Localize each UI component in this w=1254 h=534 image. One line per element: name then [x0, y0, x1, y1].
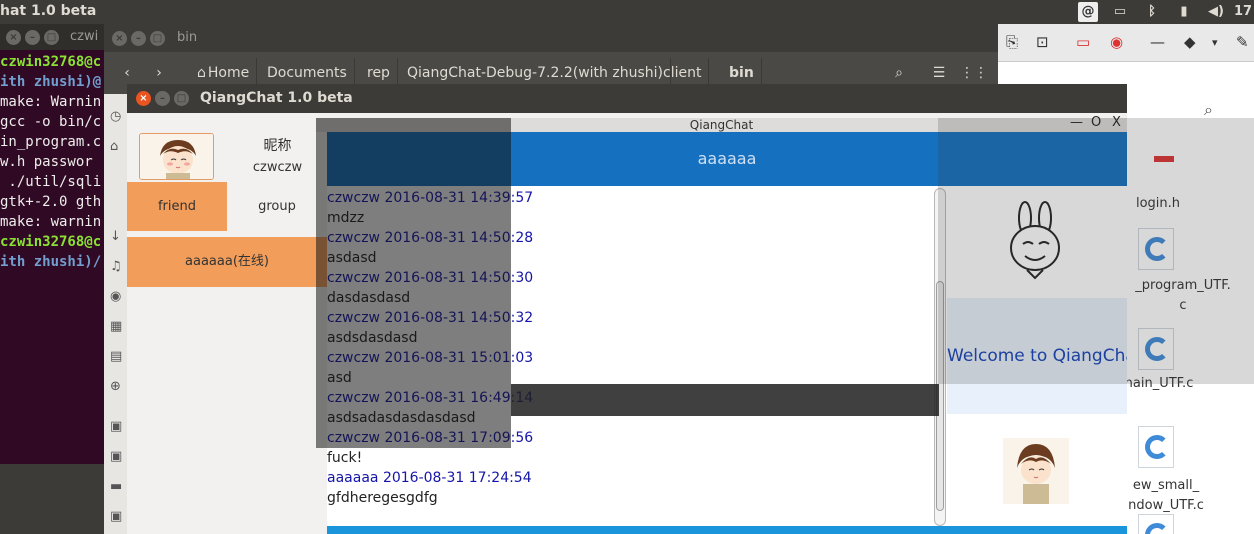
maximize-icon[interactable]: □	[44, 30, 59, 45]
chevron-down-icon[interactable]: ▾	[1212, 36, 1218, 49]
breadcrumb-label: QiangChat-Debug-7.2.2(with zhushi)	[407, 65, 663, 81]
friend-list-item[interactable]: aaaaaa(在线)	[127, 237, 327, 287]
downloads-icon[interactable]: ↓	[110, 230, 124, 244]
bluetooth-icon[interactable]: ᛒ	[1142, 2, 1162, 22]
clock[interactable]: 17	[1232, 2, 1254, 22]
maximize-icon[interactable]: □	[150, 31, 165, 46]
terminal-titlebar[interactable]: × – □ czwi	[0, 24, 112, 50]
diamond-tool-icon[interactable]: ◆	[1184, 33, 1196, 51]
avatar[interactable]	[139, 133, 214, 180]
terminal-line: ith zhushi)@	[0, 74, 102, 90]
close-icon[interactable]: ×	[6, 30, 21, 45]
minimize-icon[interactable]: –	[25, 30, 40, 45]
breadcrumb-label: Home	[207, 65, 250, 81]
breadcrumb-label: bin	[729, 65, 754, 81]
search-icon[interactable]: ⌕	[1204, 100, 1213, 120]
peer-avatar	[1003, 438, 1069, 504]
c-file-icon[interactable]	[1138, 426, 1174, 468]
terminal-line: gtk+-2.0 gth	[0, 194, 102, 210]
tab-group[interactable]: group	[227, 182, 327, 231]
minimize-icon[interactable]: –	[131, 31, 146, 46]
terminal-window[interactable]: × – □ czwi czwin32768@c ith zhushi)@ make:…	[0, 24, 112, 464]
message-text: fuck!	[327, 450, 363, 466]
window-title: QiangChat 1.0 beta	[200, 90, 353, 106]
active-app-title: hat 1.0 beta	[0, 3, 97, 19]
close-icon[interactable]: ×	[136, 91, 151, 106]
copy-icon[interactable]: ⎘	[1006, 33, 1018, 51]
keyboard-icon[interactable]: ▭	[1110, 2, 1130, 22]
overlay-shadow	[938, 118, 1254, 384]
pen-icon[interactable]: ✎	[1236, 33, 1249, 51]
file-manager-titlebar[interactable]: × – □ bin	[104, 24, 998, 52]
drive-icon[interactable]: ▬	[110, 480, 124, 494]
message-sender: aaaaaa	[327, 470, 379, 486]
drive-icon[interactable]: ▣	[110, 420, 124, 434]
network-icon[interactable]: ⊕	[110, 380, 124, 394]
terminal-line: ./util/sqli	[0, 174, 102, 190]
comment-icon[interactable]: ▭	[1076, 33, 1090, 51]
terminal-line: make: warnin	[0, 214, 102, 230]
line-tool-icon[interactable]: —	[1150, 33, 1165, 51]
close-icon[interactable]: ×	[112, 31, 127, 46]
chat-input-bar[interactable]	[327, 526, 1127, 534]
nickname-value: czwczw	[252, 160, 303, 175]
file-manager-title: bin	[177, 30, 198, 45]
terminal-output[interactable]: czwin32768@c ith zhushi)@ make: Warnin gcc …	[0, 50, 112, 272]
volume-icon[interactable]: ◀)	[1206, 2, 1226, 22]
bookmark-add-icon[interactable]: ⊡	[1036, 33, 1049, 51]
breadcrumb-label: client	[663, 65, 702, 81]
terminal-line: in_program.c	[0, 134, 102, 150]
message-time: 2016-08-31 17:24:54	[382, 470, 532, 486]
nickname-label: 昵称	[263, 138, 292, 154]
terminal-line: w.h passwor	[0, 154, 93, 170]
drawing-toolbar: ⎘ ⊡ ▭ ◉ — ◆ ▾ ✎	[998, 24, 1254, 62]
record-icon[interactable]: ◉	[1110, 33, 1123, 51]
terminal-line: ith zhushi)/	[0, 254, 102, 270]
battery-icon[interactable]: ▮	[1174, 2, 1194, 22]
videos-icon[interactable]: ▦	[110, 320, 124, 334]
drive-icon[interactable]: ▣	[110, 510, 124, 524]
tab-friend[interactable]: friend	[127, 182, 227, 231]
file-name[interactable]: ew_small_ ndow_UTF.c	[1116, 476, 1216, 516]
breadcrumb-label: rep	[367, 65, 390, 81]
music-icon[interactable]: ♫	[110, 260, 124, 274]
pictures-icon[interactable]: ◉	[110, 290, 124, 304]
top-panel: hat 1.0 beta @ ▭ ᛒ ▮ ◀) 17	[0, 0, 1254, 24]
breadcrumb-label: Documents	[267, 65, 347, 81]
at-icon[interactable]: @	[1078, 2, 1098, 22]
overlay-shadow	[511, 384, 939, 416]
overlay-shadow	[316, 118, 511, 448]
recent-icon[interactable]: ◷	[110, 110, 124, 124]
drive-icon[interactable]: ▣	[110, 450, 124, 464]
home-icon[interactable]: ⌂	[110, 140, 124, 154]
trash-icon[interactable]: ▤	[110, 350, 124, 364]
c-file-icon[interactable]	[1138, 514, 1174, 534]
message-text: gfdheregesgdfg	[327, 490, 438, 506]
terminal-line: czwin32768@c	[0, 234, 102, 250]
message-header: aaaaaa 2016-08-31 17:24:54	[327, 468, 947, 488]
places-sidebar: ◷ ⌂ ↓ ♫ ◉ ▦ ▤ ⊕ ▣ ▣ ▬ ▣	[104, 94, 128, 534]
terminal-line: make: Warnin	[0, 94, 102, 110]
terminal-line: gcc -o bin/c	[0, 114, 102, 130]
terminal-line: czwin32768@c	[0, 54, 102, 70]
minimize-icon[interactable]: –	[155, 91, 170, 106]
maximize-icon[interactable]: □	[174, 91, 189, 106]
terminal-title: czwi	[70, 29, 99, 44]
home-icon: ⌂	[197, 65, 206, 81]
qiangchat-titlebar[interactable]: × – □ QiangChat 1.0 beta	[127, 84, 1127, 113]
contact-panel: 昵称 czwczw friend group aaaaaa(在线)	[127, 113, 327, 534]
